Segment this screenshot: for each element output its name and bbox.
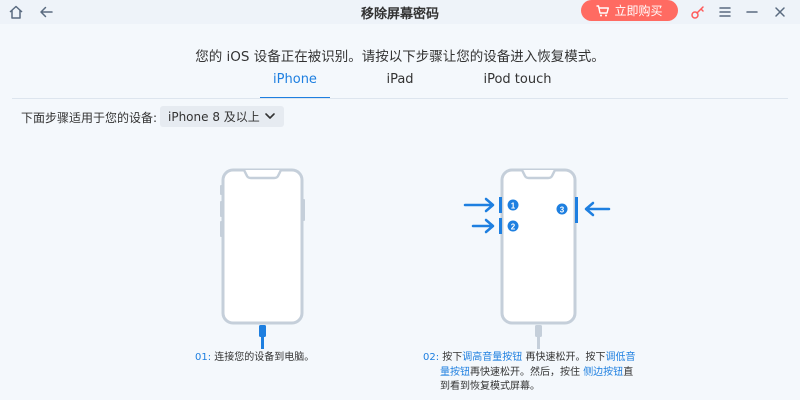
tab-iphone[interactable]: iPhone (260, 72, 330, 99)
home-icon[interactable] (6, 2, 26, 22)
tab-ipad-label: iPad (386, 72, 414, 87)
step2-text-2: 再快速松开。按下 (522, 352, 606, 363)
step2-text-5: 到看到恢复模式屏幕。 (440, 381, 540, 392)
back-arrow-icon[interactable] (36, 2, 56, 22)
badge-2: 2 (511, 223, 516, 232)
device-select[interactable]: iPhone 8 及以上 (160, 106, 284, 127)
phone-cable-illustration (220, 168, 305, 349)
tabs-divider (12, 98, 788, 99)
volume-up-highlight: 调高音量按钮 (462, 352, 523, 363)
menu-icon[interactable] (715, 2, 735, 22)
volume-down-highlight-a: 调低音 (605, 352, 636, 363)
phone-buttons-illustration: 1 2 3 (463, 168, 611, 349)
badge-3: 3 (560, 206, 565, 215)
step2-text-1: 按下 (442, 352, 463, 363)
step1-text: 连接您的设备到电脑。 (214, 352, 315, 363)
cart-icon (596, 4, 610, 16)
close-icon[interactable] (770, 2, 790, 22)
badge-1: 1 (511, 202, 516, 211)
tab-ipod-touch[interactable]: iPod touch (475, 72, 560, 99)
title-bar: 移除屏幕密码 立即购买 (0, 0, 800, 24)
step1-number: 01: (195, 352, 212, 363)
step2-text-4: 直 (623, 366, 634, 378)
step2-text-3: 再快速松开。然后，按住 (470, 366, 584, 378)
buy-now-label: 立即购买 (614, 4, 663, 18)
device-label: 下面步骤适用于您的设备: (21, 111, 158, 125)
side-button-highlight: 侧边按钮 (583, 366, 624, 378)
chevron-down-icon (265, 113, 275, 119)
step1-caption: 01: 连接您的设备到电脑。 (195, 351, 314, 366)
volume-down-highlight-b: 量按钮 (440, 366, 470, 378)
minimize-icon[interactable] (742, 2, 762, 22)
buy-now-button[interactable]: 立即购买 (581, 0, 678, 21)
device-select-value: iPhone 8 及以上 (168, 110, 260, 124)
tab-ipod-touch-label: iPod touch (483, 72, 552, 87)
instruction-heading: 您的 iOS 设备正在被识别。请按以下步骤让您的设备进入恢复模式。 (195, 49, 605, 65)
window-title: 移除屏幕密码 (360, 7, 439, 22)
step2-number: 02: (423, 352, 440, 363)
tab-iphone-label: iPhone (273, 72, 317, 87)
key-icon[interactable] (688, 2, 708, 22)
step2-caption: 02: 按下调高音量按钮 再快速松开。按下调低音 量按钮再快速松开。然后，按住 … (423, 351, 653, 395)
tab-ipad[interactable]: iPad (370, 72, 430, 99)
